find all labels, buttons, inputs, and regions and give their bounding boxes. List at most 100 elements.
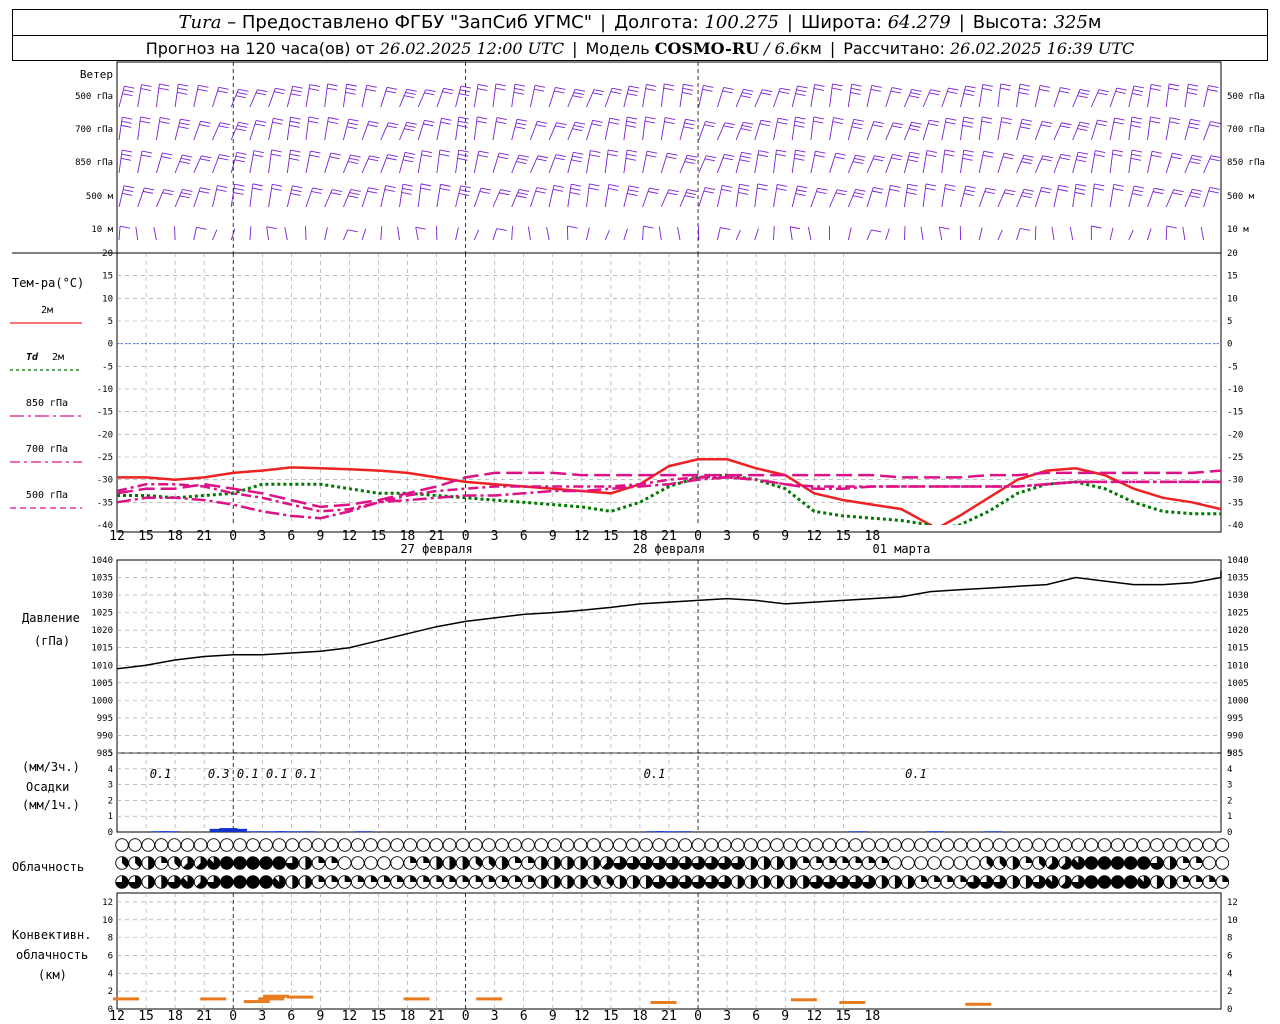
wind-barb-feather xyxy=(629,85,640,89)
wind-barb-feather xyxy=(1003,192,1015,196)
cloud-symbol xyxy=(180,838,195,852)
cloud-symbol xyxy=(1176,838,1190,852)
cloud-symbol xyxy=(560,856,575,870)
wind-barb-staff xyxy=(660,83,665,108)
wind-barb-feather xyxy=(1091,225,1102,229)
wind-barb-feather xyxy=(347,161,359,164)
wind-barb-feather xyxy=(401,191,412,195)
conv-bar xyxy=(258,997,285,1001)
cloud-circle xyxy=(1215,838,1230,852)
wind-barb-staff xyxy=(920,226,924,241)
wind-barb-staff xyxy=(773,88,781,108)
temp-ytick-left: 15 xyxy=(102,272,113,282)
cloud-fill xyxy=(1098,875,1111,889)
wind-barb-staff xyxy=(118,226,121,241)
wind-barb-staff xyxy=(978,188,987,208)
wind-barb-staff xyxy=(380,87,388,108)
wind-barb-feather xyxy=(424,92,435,96)
wind-barb-feather xyxy=(1131,116,1143,120)
wind-level-label-right: 850 гПа xyxy=(1227,158,1265,168)
wind-barb-feather xyxy=(685,118,696,122)
wind-barb-feather xyxy=(405,92,416,95)
x-tick-label-bottom: 0 xyxy=(694,1009,702,1024)
wind-barb-feather xyxy=(891,157,902,161)
cloud-circle xyxy=(1019,838,1033,852)
x-tick-label-mid: 12 xyxy=(574,529,590,544)
wind-barb-feather xyxy=(406,121,417,125)
x-tick-label-bottom: 21 xyxy=(661,1009,677,1024)
cloud-symbol xyxy=(468,856,483,870)
cloud-symbol xyxy=(796,838,810,852)
cloud-symbol xyxy=(613,838,627,852)
wind-barb-staff xyxy=(773,184,778,208)
wind-barb-feather xyxy=(720,227,731,230)
temp-ytick-left: 0 xyxy=(108,340,113,350)
cloud-symbol xyxy=(586,856,601,870)
cloud-symbol xyxy=(1163,838,1177,852)
wind-barb-feather xyxy=(499,192,510,196)
conv-bar xyxy=(263,994,290,998)
cloud-symbol xyxy=(377,838,391,852)
wind-barb-staff xyxy=(885,87,893,108)
wind-barb-staff xyxy=(735,89,744,108)
cloud-symbol xyxy=(390,856,404,870)
wind-barb-feather xyxy=(1003,152,1015,156)
wind-barb-staff xyxy=(473,116,478,141)
wind-barb-staff xyxy=(455,185,462,208)
temp-ytick-left: -10 xyxy=(97,385,113,395)
wind-barb-staff xyxy=(155,117,161,141)
conv-ytick-left: 0 xyxy=(108,1005,113,1015)
wind-barb-staff xyxy=(473,187,482,208)
wind-barb-feather xyxy=(569,191,581,195)
wind-barb-feather xyxy=(554,157,565,161)
wind-barb-staff xyxy=(361,85,368,108)
wind-barb-feather xyxy=(1005,189,1016,193)
wind-barb-feather xyxy=(625,157,637,161)
precip-ytick-right: 1 xyxy=(1227,812,1232,822)
cloud-fill xyxy=(1170,856,1177,870)
cloud-symbol xyxy=(508,838,522,852)
cloud-fill xyxy=(960,875,967,882)
wind-barb-feather xyxy=(666,156,677,160)
temp-ytick-right: 10 xyxy=(1227,294,1238,304)
cloud-symbol xyxy=(757,856,771,870)
cloud-fill xyxy=(921,875,928,882)
wind-barb-feather xyxy=(762,89,773,93)
wind-barb-feather xyxy=(1208,190,1219,194)
wind-barb-staff xyxy=(399,184,404,208)
cloud-fill xyxy=(1170,875,1177,889)
wind-barb-feather xyxy=(1133,185,1145,189)
cloud-fill xyxy=(829,856,836,863)
wind-barb-feather xyxy=(201,155,212,159)
wind-barb-feather xyxy=(327,121,338,124)
wind-barb-staff xyxy=(1128,85,1135,108)
wind-barb-feather xyxy=(945,121,956,125)
wind-barb-feather xyxy=(944,153,955,157)
wind-barb-feather xyxy=(1189,195,1200,199)
wind-barb-feather xyxy=(910,92,921,95)
wind-barb-feather xyxy=(495,87,506,91)
cloud-circle xyxy=(757,838,771,852)
wind-barb-feather xyxy=(572,128,583,132)
wind-barb-feather xyxy=(649,187,660,191)
x-tick-label-bottom: 9 xyxy=(316,1009,324,1024)
cloud-symbol xyxy=(966,838,981,852)
wind-barb-staff xyxy=(1147,84,1152,108)
cloud-symbol xyxy=(1150,856,1164,870)
cloud-symbol xyxy=(154,838,169,852)
wind-barb-feather xyxy=(273,117,284,121)
wind-barb-staff xyxy=(586,120,594,141)
wind-barb-feather xyxy=(498,152,510,156)
cloud-circle xyxy=(639,838,653,852)
wind-barb-feather xyxy=(962,157,973,161)
wind-barb-staff xyxy=(436,88,445,108)
wind-barb-staff xyxy=(511,226,514,241)
wind-barb-feather xyxy=(739,159,750,163)
wind-barb-staff xyxy=(1053,185,1060,208)
wind-barb-feather xyxy=(367,190,378,194)
wind-barb-feather xyxy=(1094,183,1105,187)
cloud-fill xyxy=(1183,875,1190,882)
cloud-symbol xyxy=(220,838,234,852)
cloud-symbol xyxy=(482,875,496,889)
cloud-symbol xyxy=(835,875,850,889)
